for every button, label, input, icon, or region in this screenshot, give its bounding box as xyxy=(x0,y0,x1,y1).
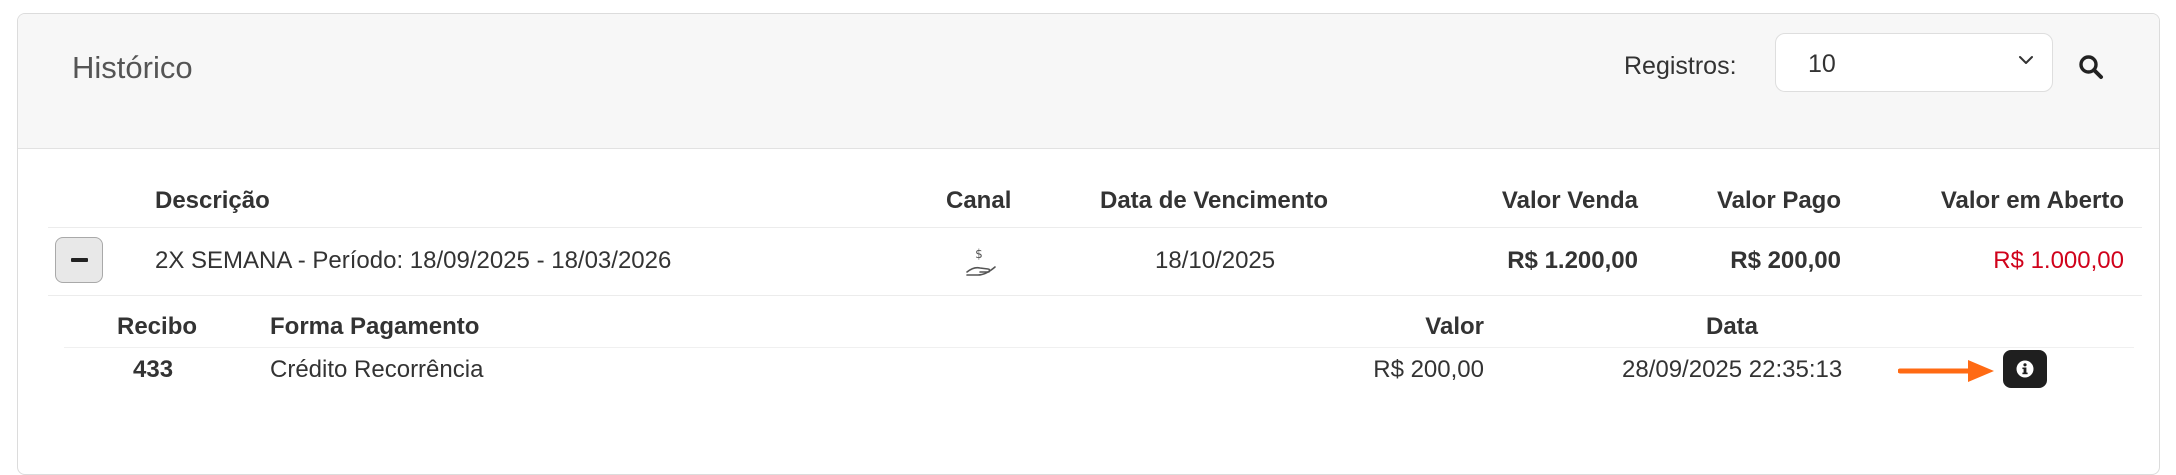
sub-row-data: 28/09/2025 22:35:13 xyxy=(1622,356,1843,383)
sub-row-forma: Crédito Recorrência xyxy=(270,356,484,383)
collapse-button[interactable] xyxy=(55,237,103,283)
sub-col-valor: Valor xyxy=(1425,313,1484,340)
col-canal: Canal xyxy=(946,187,1012,214)
col-descricao: Descrição xyxy=(155,187,270,214)
col-valor-aberto: Valor em Aberto xyxy=(1940,187,2124,214)
history-card: Histórico Registros: 10 Descrição Canal … xyxy=(17,13,2160,475)
hand-money-icon: $ xyxy=(964,246,998,283)
card-header: Histórico Registros: 10 xyxy=(18,14,2159,149)
divider xyxy=(48,295,2142,296)
records-select[interactable]: 10 xyxy=(1775,33,2053,92)
annotation-arrow xyxy=(1897,358,1998,389)
minus-icon xyxy=(71,258,88,262)
row-valor-pago: R$ 200,00 xyxy=(1730,247,1841,274)
sub-row-valor: R$ 200,00 xyxy=(1373,356,1484,383)
row-valor-venda: R$ 1.200,00 xyxy=(1507,247,1638,274)
sub-col-data: Data xyxy=(1706,313,1759,340)
chevron-down-icon xyxy=(2018,52,2034,73)
svg-text:$: $ xyxy=(975,247,983,261)
sub-row-recibo: 433 xyxy=(133,356,174,383)
sub-col-forma: Forma Pagamento xyxy=(270,313,480,340)
search-icon[interactable] xyxy=(2078,54,2104,85)
col-valor-venda: Valor Venda xyxy=(1501,187,1638,214)
divider xyxy=(64,347,2134,348)
row-vencimento: 18/10/2025 xyxy=(1155,247,1276,274)
info-button[interactable] xyxy=(2003,350,2047,388)
sub-col-recibo: Recibo xyxy=(117,313,198,340)
col-valor-pago: Valor Pago xyxy=(1716,187,1841,214)
info-icon xyxy=(2016,360,2034,378)
row-valor-aberto: R$ 1.000,00 xyxy=(1993,247,2124,274)
col-vencimento: Data de Vencimento xyxy=(1100,187,1329,214)
row-descricao: 2X SEMANA - Período: 18/09/2025 - 18/03/… xyxy=(155,247,672,274)
records-label: Registros: xyxy=(1624,52,1737,80)
page-title: Histórico xyxy=(72,50,193,85)
records-select-value: 10 xyxy=(1808,50,1836,78)
divider xyxy=(48,227,2142,228)
